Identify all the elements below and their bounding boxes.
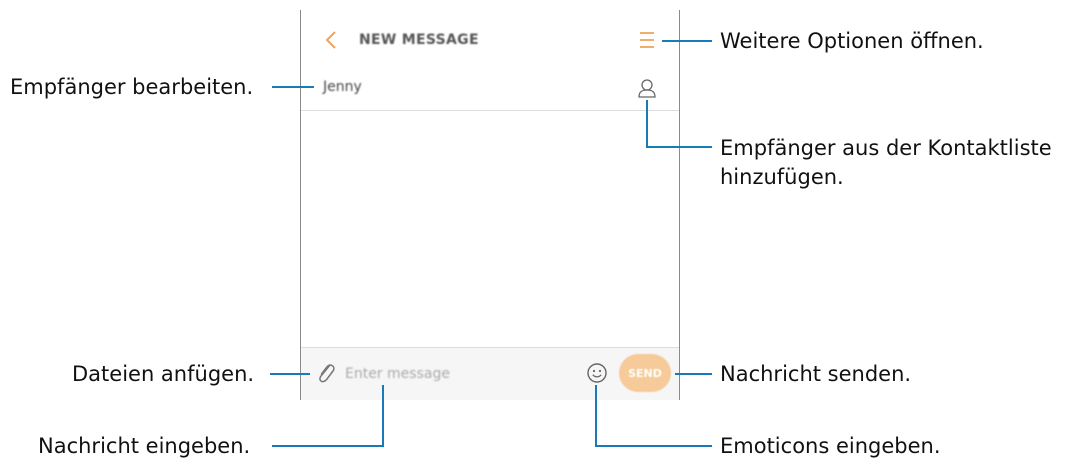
back-icon[interactable] [323,29,339,51]
recipient-field[interactable]: Jenny [301,70,679,110]
more-icon[interactable] [639,30,655,50]
leader-emoticons-vertical [595,385,597,446]
leader-attach-files [270,373,310,375]
leader-send-message [675,373,712,375]
emoticon-icon[interactable] [586,362,608,384]
header-divider [301,110,679,111]
leader-enter-message-vertical [382,385,384,446]
leader-emoticons-horizontal [595,445,712,447]
leader-contacts-vertical [646,100,648,147]
leader-contacts-horizontal [646,146,712,148]
message-composer: SEND [301,348,679,400]
leader-edit-recipients [272,86,314,88]
callout-enter-message: Nachricht eingeben. [38,434,251,458]
callout-edit-recipients: Empfänger bearbeiten. [10,75,254,99]
leader-enter-message-horizontal [272,445,384,447]
callout-add-contacts-line2: hinzufügen. [720,165,844,189]
recipient-name[interactable]: Jenny [323,79,362,95]
attach-icon[interactable] [315,360,337,386]
leader-more-options [662,40,712,42]
phone-screen: NEW MESSAGE Jenny Enter message SEND [300,10,680,400]
callout-add-contacts-line1: Empfänger aus der Kontaktliste [720,136,1052,160]
message-input[interactable] [343,358,567,390]
send-button[interactable]: SEND [619,354,671,392]
callout-send-message: Nachricht senden. [720,362,912,386]
callout-enter-emoticons: Emoticons eingeben. [720,434,941,458]
contact-icon[interactable] [637,77,657,99]
callout-attach-files: Dateien anfügen. [72,362,255,386]
callout-more-options: Weitere Optionen öffnen. [720,29,984,53]
page-title: NEW MESSAGE [359,32,479,48]
app-header: NEW MESSAGE [301,10,679,70]
